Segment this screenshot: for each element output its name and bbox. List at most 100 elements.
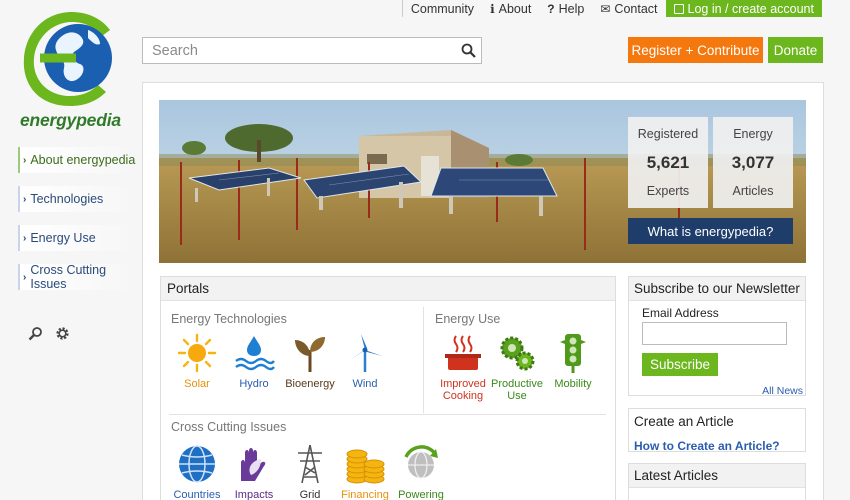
newsletter-title: Subscribe to our Newsletter <box>629 277 805 301</box>
email-field[interactable] <box>642 322 787 345</box>
portal-financing[interactable]: Financing <box>333 443 397 500</box>
create-article-box: Create an Article How to Create an Artic… <box>628 408 806 453</box>
water-icon <box>235 336 275 371</box>
login-label: Log in / create account <box>687 1 814 16</box>
help-label: Help <box>558 1 585 16</box>
gears-icon <box>500 336 535 371</box>
main-content: Registered 5,621 Experts Energy 3,077 Ar… <box>142 82 824 500</box>
sidebar-tools <box>28 326 70 344</box>
how-to-create-article-link[interactable]: How to Create an Article? <box>634 439 780 453</box>
sidebar-item-about[interactable]: › About energypedia <box>18 147 136 173</box>
portal-impacts[interactable]: Impacts <box>222 443 286 500</box>
chevron-right-icon: › <box>23 154 27 166</box>
globe-icon <box>179 445 215 483</box>
portal-label: Improved Cooking <box>440 378 486 402</box>
portal-label: Bioenergy <box>285 378 335 390</box>
portal-label: Hydro <box>239 378 269 390</box>
what-is-energypedia-button[interactable]: What is energypedia? <box>628 218 793 244</box>
portal-label: Productive Use <box>491 378 543 402</box>
stat-label-top: Energy <box>733 127 773 141</box>
all-news-link[interactable]: All News <box>762 385 803 397</box>
registered-experts-stat: Registered 5,621 Experts <box>628 117 708 208</box>
cooking-pot-icon <box>445 335 481 370</box>
portal-label: Wind <box>352 378 378 390</box>
chevron-right-icon: › <box>23 193 27 205</box>
top-navigation: Community ℹ About ? Help ✉ Contact Log in /… <box>401 0 822 17</box>
wind-turbine-icon <box>350 334 382 372</box>
portal-productive-use[interactable]: Productive Use <box>485 332 549 402</box>
community-link[interactable]: Community <box>403 0 482 17</box>
about-label: About <box>498 1 532 16</box>
portal-powering[interactable]: Powering <box>389 443 453 500</box>
sidebar-item-energy-use[interactable]: › Energy Use <box>18 225 136 251</box>
newsletter-box: Subscribe to our Newsletter Email Addres… <box>628 276 806 397</box>
search-icon[interactable] <box>28 326 43 344</box>
contact-label: Contact <box>614 1 658 16</box>
portal-label: Financing <box>341 489 389 500</box>
login-icon <box>673 3 684 14</box>
sidebar-item-label: Energy Use <box>30 231 96 245</box>
sidebar-item-label: Technologies <box>30 192 104 206</box>
divider <box>169 414 606 415</box>
subscribe-button[interactable]: Subscribe <box>642 353 718 376</box>
plant-icon <box>295 337 325 372</box>
sidebar-item-label: About energypedia <box>30 153 136 167</box>
portals-title: Portals <box>161 277 615 301</box>
sidebar-item-technologies[interactable]: › Technologies <box>18 186 136 212</box>
help-link[interactable]: ? Help <box>539 0 592 17</box>
portal-mobility[interactable]: Mobility <box>541 332 605 390</box>
info-icon: ℹ <box>490 1 495 16</box>
energy-technologies-heading: Energy Technologies <box>171 312 287 326</box>
divider <box>423 307 424 413</box>
chevron-right-icon: › <box>23 271 27 283</box>
portal-countries[interactable]: Countries <box>165 443 229 500</box>
email-address-label: Email Address <box>642 306 719 320</box>
envelope-icon: ✉ <box>600 1 611 16</box>
search-icon[interactable] <box>455 38 481 64</box>
energy-articles-stat: Energy 3,077 Articles <box>713 117 793 208</box>
portal-solar[interactable]: Solar <box>165 332 229 390</box>
portal-hydro[interactable]: Hydro <box>222 332 286 390</box>
traffic-light-icon <box>560 334 586 373</box>
portal-wind[interactable]: Wind <box>333 332 397 390</box>
stat-value: 5,621 <box>646 153 690 172</box>
sidebar-item-cross-cutting[interactable]: › Cross Cutting Issues <box>18 263 136 291</box>
contact-link[interactable]: ✉ Contact <box>592 0 665 17</box>
login-button[interactable]: Log in / create account <box>665 0 822 17</box>
portal-label: Mobility <box>554 378 592 390</box>
portal-label: Powering <box>398 489 444 500</box>
search-box <box>142 37 482 64</box>
portal-label: Solar <box>184 378 210 390</box>
hero-banner: Registered 5,621 Experts Energy 3,077 Ar… <box>159 100 806 263</box>
stat-label-bottom: Experts <box>646 184 690 198</box>
sun-icon <box>177 333 217 373</box>
stat-label-bottom: Articles <box>732 184 774 198</box>
create-article-title: Create an Article <box>629 409 805 433</box>
sidebar-navigation: › About energypedia › Technologies › Energy… <box>18 147 136 303</box>
portal-label: Impacts <box>234 489 274 500</box>
register-contribute-button[interactable]: Register + Contribute <box>628 37 763 63</box>
energy-use-heading: Energy Use <box>435 312 501 326</box>
latest-articles-title: Latest Articles <box>629 464 805 488</box>
portal-label: Countries <box>173 489 221 500</box>
energypedia-logo-icon <box>23 12 112 106</box>
cross-cutting-heading: Cross Cutting Issues <box>171 420 287 434</box>
gear-icon[interactable] <box>55 326 70 344</box>
chevron-right-icon: › <box>23 232 27 244</box>
portal-label: Grid <box>299 489 321 500</box>
hand-leaf-icon <box>241 448 266 481</box>
sidebar-item-label: Cross Cutting Issues <box>30 263 107 291</box>
stat-value: 3,077 <box>731 153 775 172</box>
donate-button[interactable]: Donate <box>768 37 823 63</box>
globe-arrow-icon <box>404 445 438 479</box>
power-pylon-icon <box>298 444 322 484</box>
question-icon: ? <box>547 1 555 16</box>
portals-box: Portals Energy Technologies Energy Use S… <box>160 276 616 500</box>
coins-icon <box>346 449 385 484</box>
latest-articles-box: Latest Articles <box>628 463 806 500</box>
about-link[interactable]: ℹ About <box>482 0 539 17</box>
stat-label-top: Registered <box>637 127 699 141</box>
logo-wordmark: energypedia <box>20 110 121 130</box>
search-input[interactable] <box>152 42 455 59</box>
community-label: Community <box>410 1 475 16</box>
